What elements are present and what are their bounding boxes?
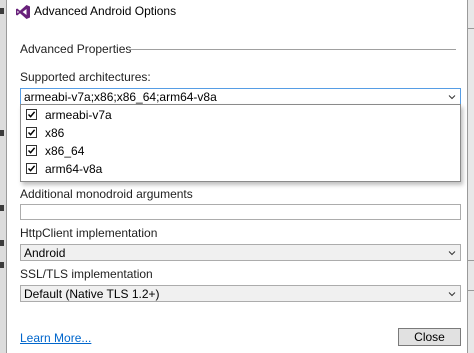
window-title: Advanced Android Options bbox=[34, 4, 177, 18]
close-button[interactable]: Close bbox=[398, 328, 461, 346]
title-bar[interactable]: Advanced Android Options bbox=[7, 0, 467, 24]
httpclient-dropdown[interactable]: Android bbox=[20, 244, 461, 261]
section-heading: Advanced Properties bbox=[20, 42, 132, 56]
architectures-dropdown-list: armeabi-v7a x86 x86_64 arm64-v8a bbox=[20, 104, 461, 182]
background-divider bbox=[468, 260, 474, 261]
architecture-option-label: x86 bbox=[45, 126, 65, 140]
checkbox[interactable] bbox=[26, 145, 37, 156]
architecture-option[interactable]: x86 bbox=[24, 125, 324, 143]
background-window-right bbox=[468, 0, 474, 353]
visual-studio-icon bbox=[15, 4, 31, 20]
architecture-option[interactable]: armeabi-v7a bbox=[24, 107, 324, 125]
ssl-tls-value: Default (Native TLS 1.2+) bbox=[24, 287, 160, 301]
section-divider bbox=[128, 49, 456, 50]
checkbox[interactable] bbox=[26, 127, 37, 138]
ssl-tls-label: SSL/TLS implementation bbox=[20, 267, 153, 281]
chevron-down-icon bbox=[448, 91, 456, 101]
monodroid-arguments-input[interactable] bbox=[20, 204, 461, 220]
architecture-option-label: x86_64 bbox=[45, 144, 85, 158]
architectures-dropdown[interactable]: armeabi-v7a;x86;x86_64;arm64-v8a bbox=[20, 88, 461, 105]
background-fragment bbox=[0, 130, 4, 136]
architecture-option[interactable]: x86_64 bbox=[24, 143, 324, 161]
chevron-down-icon bbox=[448, 288, 456, 298]
monodroid-label: Additional monodroid arguments bbox=[20, 187, 193, 201]
httpclient-label: HttpClient implementation bbox=[20, 226, 158, 240]
ssl-tls-dropdown[interactable]: Default (Native TLS 1.2+) bbox=[20, 285, 461, 302]
chevron-down-icon bbox=[448, 247, 456, 257]
background-fragment bbox=[0, 8, 4, 14]
architectures-value: armeabi-v7a;x86;x86_64;arm64-v8a bbox=[24, 90, 217, 104]
architectures-label: Supported architectures: bbox=[20, 70, 151, 84]
background-divider bbox=[468, 28, 474, 29]
architecture-option-label: arm64-v8a bbox=[45, 162, 103, 176]
background-fragment bbox=[0, 205, 4, 211]
architecture-option-label: armeabi-v7a bbox=[45, 108, 112, 122]
httpclient-value: Android bbox=[24, 246, 66, 260]
checkbox[interactable] bbox=[26, 163, 37, 174]
learn-more-link[interactable]: Learn More... bbox=[20, 331, 91, 345]
background-fragment bbox=[0, 240, 4, 246]
advanced-android-options-dialog: Advanced Android Options Advanced Proper… bbox=[6, 0, 468, 353]
architecture-option[interactable]: arm64-v8a bbox=[24, 161, 324, 179]
background-divider bbox=[468, 290, 474, 291]
checkbox[interactable] bbox=[26, 109, 37, 120]
background-fragment bbox=[0, 262, 4, 268]
